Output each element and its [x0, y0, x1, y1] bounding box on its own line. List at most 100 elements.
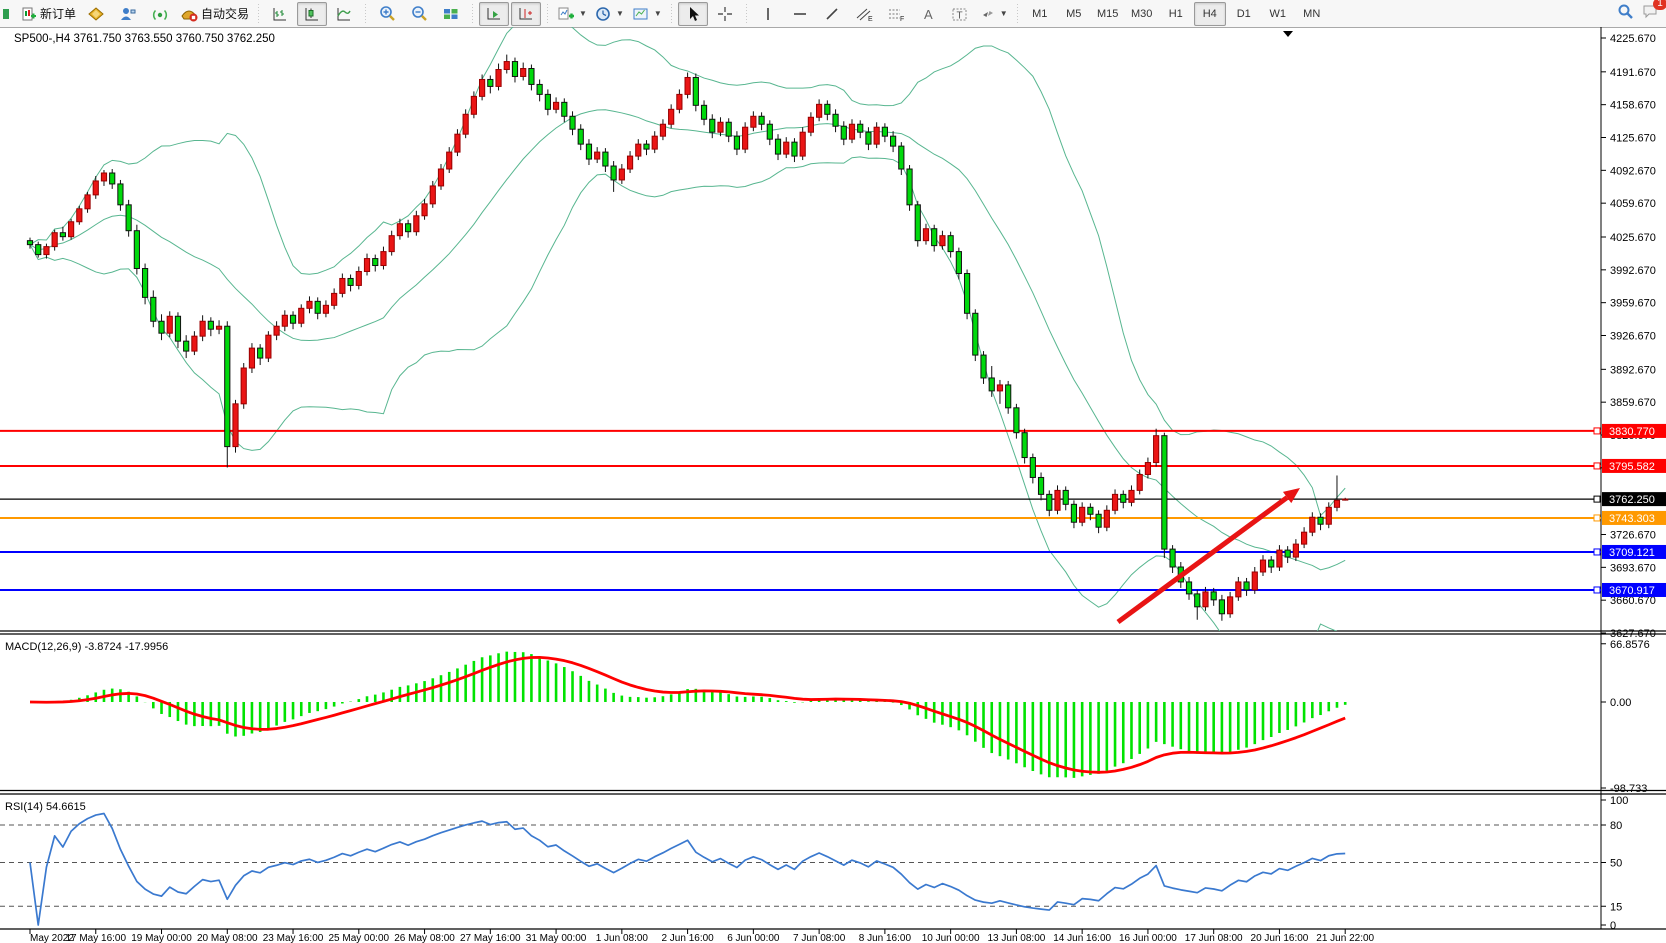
- trendline-button[interactable]: [817, 2, 847, 26]
- timeframe-m5-button[interactable]: M5: [1058, 2, 1090, 26]
- candle: [93, 181, 98, 195]
- crosshair-icon: [717, 6, 733, 22]
- timeframe-h1-button[interactable]: H1: [1160, 2, 1192, 26]
- candle: [611, 166, 616, 180]
- text-label-button[interactable]: T: [945, 2, 975, 26]
- price-tick-label: 4191.670: [1610, 67, 1656, 79]
- candle: [981, 355, 986, 378]
- candle: [701, 105, 706, 119]
- candle: [562, 102, 567, 116]
- candle: [858, 124, 863, 132]
- autotrading-icon: [180, 6, 198, 22]
- candle: [685, 77, 690, 94]
- rsi-tick-label: 50: [1610, 858, 1622, 870]
- candle: [438, 169, 443, 186]
- candle: [241, 368, 246, 404]
- candle: [636, 144, 641, 156]
- crosshair-button[interactable]: [710, 2, 740, 26]
- candle: [1170, 549, 1175, 567]
- text-button[interactable]: A: [913, 2, 943, 26]
- auto-scroll-icon: [485, 6, 503, 22]
- profile-button[interactable]: [113, 2, 143, 26]
- candle: [825, 104, 830, 114]
- fibonacci-button[interactable]: F: [881, 2, 911, 26]
- symbol-ohlc-label: SP500-,H4 3761.750 3763.550 3760.750 376…: [14, 33, 275, 45]
- cursor-button[interactable]: [678, 2, 708, 26]
- candles-series: [27, 55, 1347, 621]
- candle: [356, 271, 361, 285]
- market-watch-button[interactable]: [81, 2, 111, 26]
- candle: [455, 134, 460, 152]
- timeframe-m15-button[interactable]: M15: [1092, 2, 1124, 26]
- dropdown-caret-icon: ▼: [579, 9, 587, 18]
- candle: [422, 204, 427, 216]
- auto-scroll-button[interactable]: [479, 2, 509, 26]
- candle: [175, 316, 180, 341]
- chart-bars-button[interactable]: [265, 2, 295, 26]
- candle: [891, 136, 896, 146]
- trend-arrow[interactable]: [1118, 488, 1300, 622]
- candle: [1055, 490, 1060, 510]
- rsi-tick-label: 0: [1610, 920, 1616, 932]
- arrows-button[interactable]: ▼: [977, 2, 1011, 26]
- pane-frame: [0, 27, 1666, 929]
- text-label-icon: T: [951, 6, 969, 22]
- notifications-button[interactable]: 1: [1642, 2, 1660, 25]
- timeframe-d1-button[interactable]: D1: [1228, 2, 1260, 26]
- candle: [134, 231, 139, 269]
- autotrading-button[interactable]: 自动交易: [177, 2, 252, 26]
- candle: [364, 259, 369, 272]
- chart-canvas[interactable]: 4225.6704191.6704158.6704125.6704092.670…: [0, 27, 1666, 943]
- price-tick-label: 4158.670: [1610, 100, 1656, 112]
- dropdown-caret-icon: ▼: [616, 9, 624, 18]
- candle: [1310, 517, 1315, 532]
- candle: [1080, 507, 1085, 522]
- candle: [307, 301, 312, 308]
- candle: [841, 126, 846, 139]
- timeframe-mn-button[interactable]: MN: [1296, 2, 1328, 26]
- candle: [603, 152, 608, 166]
- timeframe-m30-button[interactable]: M30: [1126, 2, 1158, 26]
- toolbar-separator: [256, 4, 261, 24]
- candle: [1071, 504, 1076, 522]
- time-axis[interactable]: May 202217 May 16:0019 May 00:0020 May 0…: [30, 929, 1375, 943]
- clock-icon: [595, 6, 612, 22]
- chart-candles-button[interactable]: [297, 2, 327, 26]
- candle: [381, 252, 386, 266]
- chart-line-button[interactable]: [329, 2, 359, 26]
- vertical-line-button[interactable]: [753, 2, 783, 26]
- toolbar-separator: [669, 4, 674, 24]
- price-tick-label: 3992.670: [1610, 265, 1656, 277]
- indicators-button[interactable]: ▼: [554, 2, 590, 26]
- candle: [118, 184, 123, 205]
- time-tick-label: 31 May 00:00: [526, 933, 587, 943]
- horizontal-line-button[interactable]: [785, 2, 815, 26]
- periods-button[interactable]: ▼: [592, 2, 627, 26]
- new-order-label: 新订单: [40, 5, 76, 22]
- zoom-in-button[interactable]: [372, 2, 402, 26]
- zoom-out-button[interactable]: [404, 2, 434, 26]
- candle: [677, 94, 682, 109]
- timeframe-m1-button[interactable]: M1: [1024, 2, 1056, 26]
- search-button[interactable]: [1616, 2, 1634, 25]
- signals-button[interactable]: [145, 2, 175, 26]
- time-tick-label: 7 Jun 08:00: [793, 933, 846, 943]
- templates-button[interactable]: ▼: [629, 2, 665, 26]
- equidistant-channel-button[interactable]: E: [849, 2, 879, 26]
- timeframe-w1-button[interactable]: W1: [1262, 2, 1294, 26]
- tile-windows-button[interactable]: [436, 2, 466, 26]
- time-tick-label: 17 Jun 08:00: [1185, 933, 1243, 943]
- toolbar-separator: [744, 4, 749, 24]
- time-tick-label: 26 May 08:00: [394, 933, 455, 943]
- candle: [595, 152, 600, 159]
- timeframe-h4-button[interactable]: H4: [1194, 2, 1226, 26]
- candle: [553, 102, 558, 109]
- candle: [1219, 600, 1224, 614]
- rsi-pane: [0, 814, 1601, 925]
- chart-shift-button[interactable]: [511, 2, 541, 26]
- new-order-button[interactable]: 新订单: [18, 2, 79, 26]
- chart-shift-marker[interactable]: [1283, 31, 1293, 37]
- price-tick-label: 3926.670: [1610, 331, 1656, 343]
- candle: [693, 77, 698, 105]
- toolbar-separator: [545, 4, 550, 24]
